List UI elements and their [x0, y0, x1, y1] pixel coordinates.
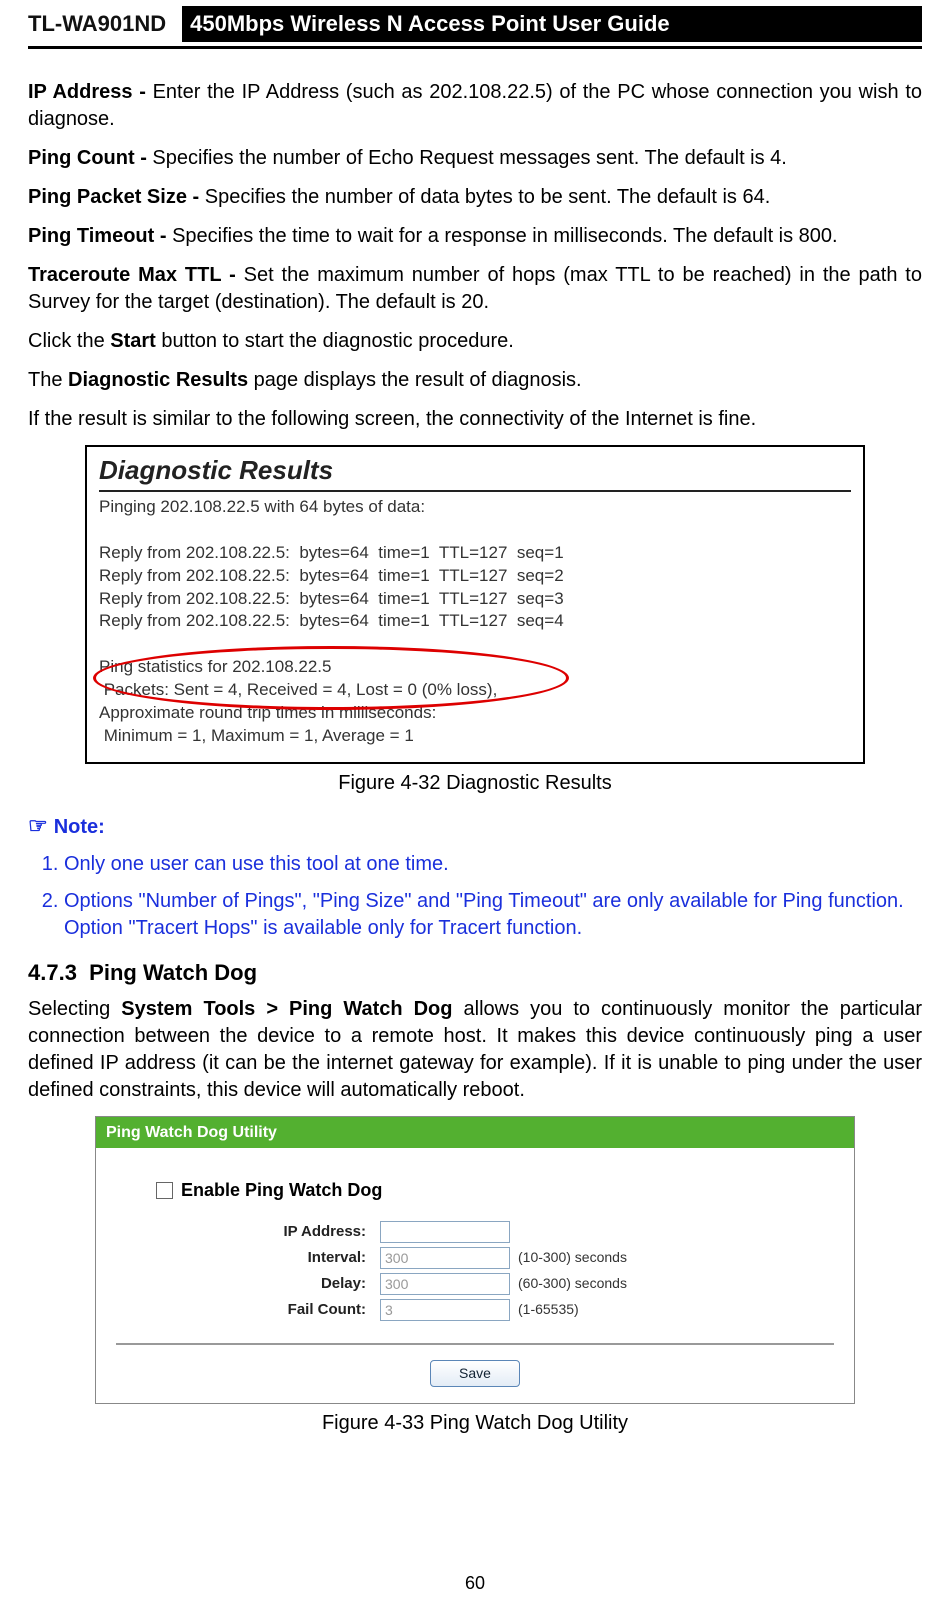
pwd-hint-failcount: (1-65535): [518, 1300, 579, 1319]
diag-body: Pinging 202.108.22.5 with 64 bytes of da…: [99, 496, 851, 748]
pwd-input-failcount[interactable]: [380, 1299, 510, 1321]
pwd-row-interval: Interval: (10-300) seconds: [116, 1247, 834, 1269]
pwd-row-delay: Delay: (60-300) seconds: [116, 1273, 834, 1295]
figure-caption-4-32: Figure 4-32 Diagnostic Results: [28, 770, 922, 797]
text-dr-pre: The: [28, 369, 68, 391]
para-result-similar: If the result is similar to the followin…: [28, 406, 922, 433]
pwd-hint-interval: (10-300) seconds: [518, 1248, 627, 1267]
text-ping-count: Specifies the number of Echo Request mes…: [152, 147, 786, 169]
para-473: Selecting System Tools > Ping Watch Dog …: [28, 996, 922, 1104]
text-ping-timeout: Specifies the time to wait for a respons…: [172, 225, 838, 247]
pwd-input-delay[interactable]: [380, 1273, 510, 1295]
note-list: Only one user can use this tool at one t…: [28, 851, 922, 942]
text-ip-address: Enter the IP Address (such as 202.108.22…: [28, 81, 922, 130]
pwd-label-failcount: Fail Count:: [116, 1300, 380, 1320]
pwd-body: Enable Ping Watch Dog IP Address: Interv…: [96, 1148, 854, 1402]
pwd-label-delay: Delay:: [116, 1274, 380, 1294]
pwd-row-ip: IP Address:: [116, 1221, 834, 1243]
pwd-separator: [116, 1343, 834, 1345]
para-diag-results: The Diagnostic Results page displays the…: [28, 367, 922, 394]
para-start: Click the Start button to start the diag…: [28, 328, 922, 355]
figure-ping-watch-dog: Ping Watch Dog Utility Enable Ping Watch…: [95, 1116, 855, 1404]
section-number: 4.7.3: [28, 960, 77, 985]
text-473-bold: System Tools > Ping Watch Dog: [121, 998, 452, 1020]
text-start-pre: Click the: [28, 330, 110, 352]
label-ping-count: Ping Count -: [28, 147, 152, 169]
pwd-save-row: Save: [116, 1359, 834, 1387]
pwd-titlebar: Ping Watch Dog Utility: [96, 1117, 854, 1149]
pwd-label-ip: IP Address:: [116, 1222, 380, 1242]
label-ip-address: IP Address -: [28, 81, 153, 103]
note-item-1: Only one user can use this tool at one t…: [64, 851, 922, 878]
diag-rule: [99, 490, 851, 492]
page-number: 60: [0, 1571, 950, 1595]
page-header: TL-WA901ND 450Mbps Wireless N Access Poi…: [28, 0, 922, 42]
label-traceroute-ttl: Traceroute Max TTL -: [28, 264, 244, 286]
pointing-hand-icon: ☞: [28, 813, 48, 838]
pwd-label-interval: Interval:: [116, 1248, 380, 1268]
section-title: Ping Watch Dog: [89, 960, 257, 985]
pwd-input-ip[interactable]: [380, 1221, 510, 1243]
para-ip-address: IP Address - Enter the IP Address (such …: [28, 79, 922, 133]
save-button[interactable]: Save: [430, 1360, 520, 1387]
header-title: 450Mbps Wireless N Access Point User Gui…: [182, 6, 922, 42]
figure-diagnostic-results: Diagnostic Results Pinging 202.108.22.5 …: [85, 445, 865, 764]
note-heading: ☞ Note:: [28, 811, 922, 841]
section-heading-4-7-3: 4.7.3 Ping Watch Dog: [28, 958, 922, 988]
para-ping-packet-size: Ping Packet Size - Specifies the number …: [28, 184, 922, 211]
header-rule: [28, 46, 922, 49]
note-item-2: Options "Number of Pings", "Ping Size" a…: [64, 888, 922, 942]
pwd-enable-row: Enable Ping Watch Dog: [156, 1178, 834, 1202]
enable-checkbox[interactable]: [156, 1182, 173, 1199]
label-ping-packet-size: Ping Packet Size -: [28, 186, 205, 208]
pwd-row-failcount: Fail Count: (1-65535): [116, 1299, 834, 1321]
text-start-bold: Start: [110, 330, 156, 352]
text-473-pre: Selecting: [28, 998, 121, 1020]
figure-caption-4-33: Figure 4-33 Ping Watch Dog Utility: [28, 1410, 922, 1437]
text-ping-packet-size: Specifies the number of data bytes to be…: [205, 186, 771, 208]
enable-label: Enable Ping Watch Dog: [181, 1178, 382, 1202]
para-ping-count: Ping Count - Specifies the number of Ech…: [28, 145, 922, 172]
para-traceroute-ttl: Traceroute Max TTL - Set the maximum num…: [28, 262, 922, 316]
text-dr-post: page displays the result of diagnosis.: [248, 369, 582, 391]
diag-title: Diagnostic Results: [99, 453, 851, 488]
note-label: Note:: [54, 816, 105, 838]
text-start-post: button to start the diagnostic procedure…: [156, 330, 514, 352]
pwd-input-interval[interactable]: [380, 1247, 510, 1269]
pwd-hint-delay: (60-300) seconds: [518, 1274, 627, 1293]
para-ping-timeout: Ping Timeout - Specifies the time to wai…: [28, 223, 922, 250]
label-ping-timeout: Ping Timeout -: [28, 225, 172, 247]
header-model: TL-WA901ND: [28, 9, 166, 39]
text-dr-bold: Diagnostic Results: [68, 369, 248, 391]
